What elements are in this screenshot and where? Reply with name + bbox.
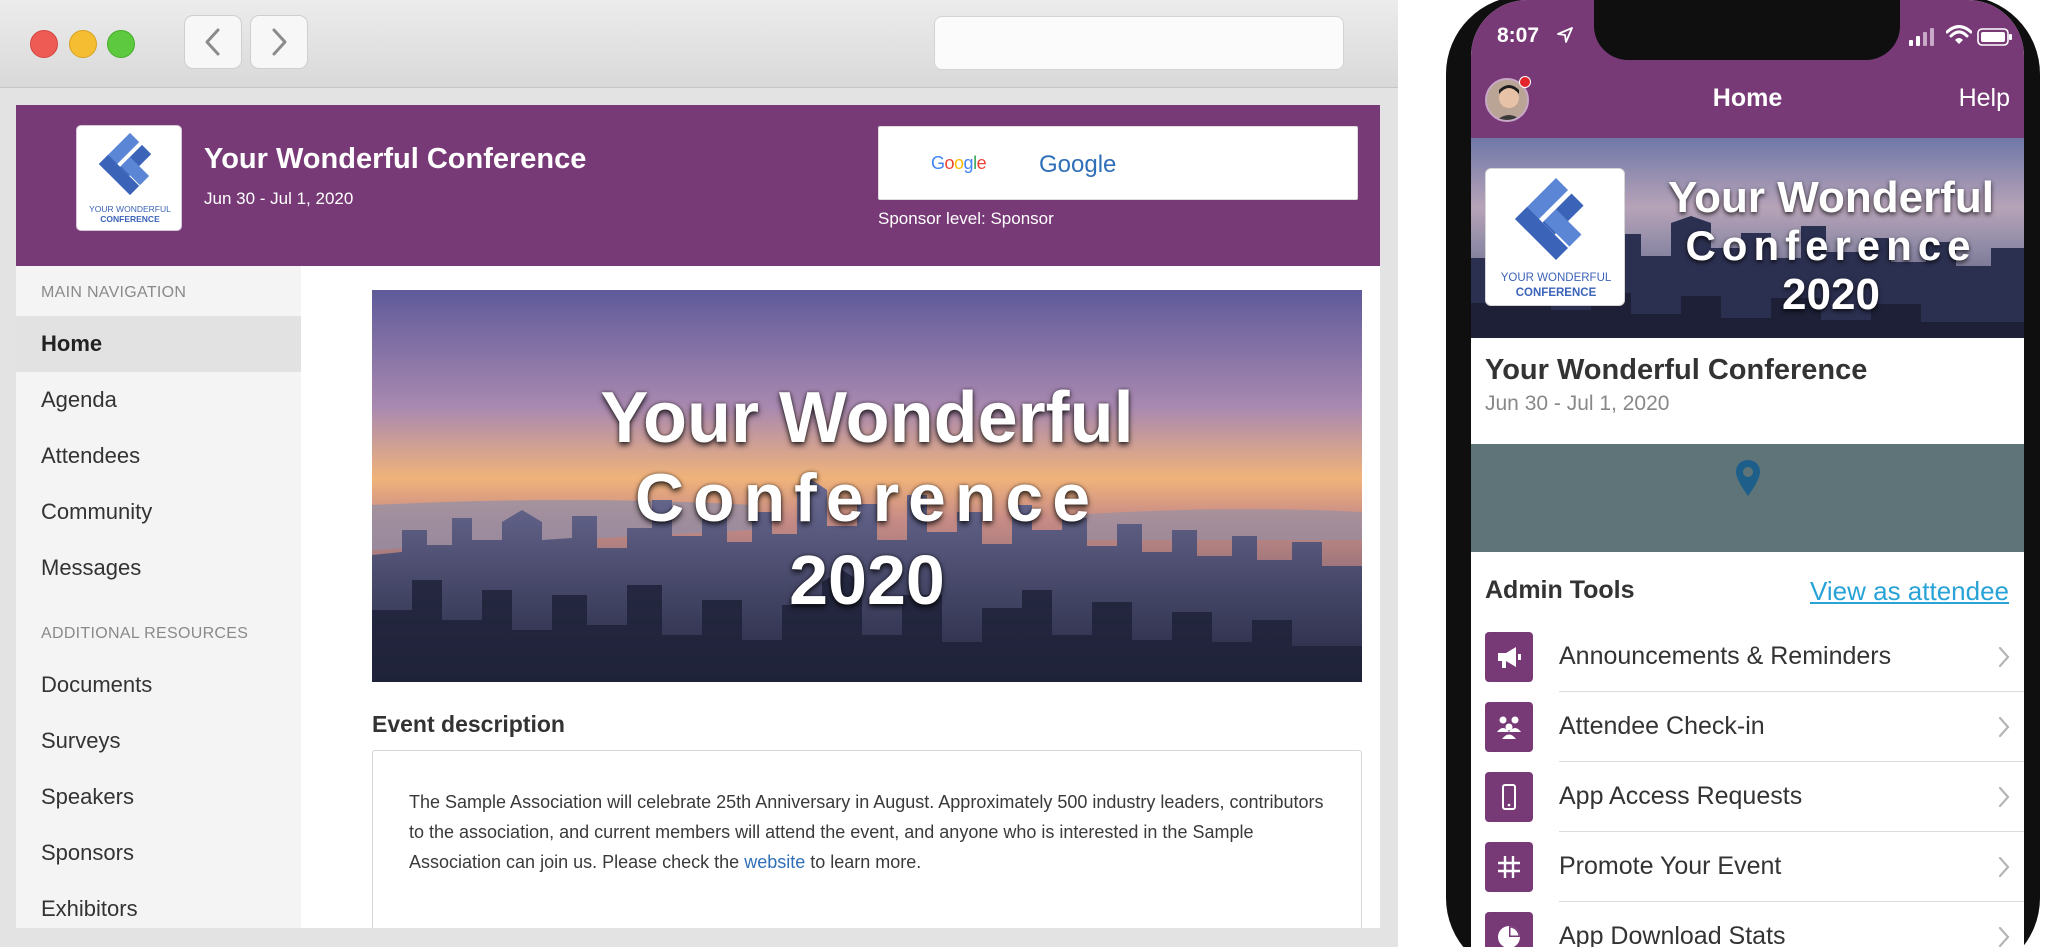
sidebar-item-attendees[interactable]: Attendees bbox=[16, 428, 301, 484]
tool-row-promote[interactable]: Promote Your Event bbox=[1471, 832, 2024, 902]
phone-glyph bbox=[1502, 784, 1516, 810]
close-window-button[interactable] bbox=[30, 30, 58, 58]
chevron-right-icon bbox=[1998, 926, 2010, 947]
address-bar[interactable] bbox=[934, 16, 1344, 70]
sidebar-item-exhibitors[interactable]: Exhibitors bbox=[16, 881, 301, 928]
chevron-left-icon bbox=[205, 28, 220, 56]
mobile-banner-heading: Your Wonderful Conference 2020 bbox=[1636, 174, 2024, 320]
tool-label: Announcements & Reminders bbox=[1559, 642, 1892, 670]
event-banner: Your Wonderful Conference 2020 bbox=[372, 290, 1362, 682]
sidebar-item-speakers[interactable]: Speakers bbox=[16, 769, 301, 825]
event-description-text: The Sample Association will celebrate 25… bbox=[409, 787, 1329, 877]
browser-window: YOUR WONDERFUL CONFERENCE Your Wonderful… bbox=[0, 0, 1398, 947]
banner-line3: 2020 bbox=[789, 541, 945, 619]
status-time: 8:07 bbox=[1497, 24, 1540, 47]
tool-row-announcements[interactable]: Announcements & Reminders bbox=[1471, 622, 2024, 692]
people-icon bbox=[1485, 702, 1533, 752]
description-text-end: to learn more. bbox=[805, 852, 922, 872]
mobile-banner-line2: Conference bbox=[1685, 222, 1977, 269]
conference-logo: YOUR WONDERFUL CONFERENCE bbox=[76, 125, 182, 231]
help-button[interactable]: Help bbox=[1959, 84, 2010, 113]
megaphone-glyph bbox=[1498, 647, 1521, 668]
conference-dates: Jun 30 - Jul 1, 2020 bbox=[204, 189, 354, 208]
sidebar-item-sponsors[interactable]: Sponsors bbox=[16, 825, 301, 881]
heart-logo-icon: YOUR WONDERFUL CONFERENCE bbox=[89, 132, 171, 224]
people-glyph bbox=[1497, 716, 1521, 739]
tool-row-download-stats[interactable]: App Download Stats bbox=[1471, 902, 2024, 947]
sponsor-level: Sponsor level: Sponsor bbox=[878, 209, 1054, 228]
mobile-logo-line2: CONFERENCE bbox=[1516, 287, 1597, 299]
main-navigation-heading: MAIN NAVIGATION bbox=[41, 284, 187, 301]
mobile-heart-logo-icon: YOUR WONDERFUL CONFERENCE bbox=[1501, 177, 1612, 299]
hashtag-icon bbox=[1485, 842, 1533, 892]
chevron-right-icon bbox=[1998, 716, 2010, 738]
location-arrow-icon bbox=[1557, 27, 1573, 43]
event-description-box: The Sample Association will celebrate 25… bbox=[372, 750, 1362, 928]
app-title: Home bbox=[1712, 84, 1783, 112]
mobile-conference-logo: YOUR WONDERFUL CONFERENCE bbox=[1485, 168, 1625, 306]
wifi-icon bbox=[1946, 25, 1972, 44]
location-map[interactable] bbox=[1471, 444, 2024, 552]
view-as-attendee-link[interactable]: View as attendee bbox=[1810, 576, 2009, 607]
mobile-event-dates: Jun 30 - Jul 1, 2020 bbox=[1485, 392, 1670, 415]
pie-chart-glyph bbox=[1498, 926, 1520, 947]
tool-label: Promote Your Event bbox=[1559, 852, 1782, 880]
browser-toolbar bbox=[0, 0, 1398, 88]
sidebar-item-home[interactable]: Home bbox=[16, 316, 301, 372]
logo-line2: CONFERENCE bbox=[100, 214, 160, 224]
sidebar-item-messages[interactable]: Messages bbox=[16, 540, 301, 596]
google-logo-icon: Google bbox=[931, 153, 987, 173]
sidebar-item-documents[interactable]: Documents bbox=[16, 657, 301, 713]
megaphone-icon bbox=[1485, 632, 1533, 682]
sidebar-item-community[interactable]: Community bbox=[16, 484, 301, 540]
phone-icon bbox=[1485, 772, 1533, 822]
signal-icon bbox=[1909, 28, 1934, 46]
sidebar-item-surveys[interactable]: Surveys bbox=[16, 713, 301, 769]
mobile-logo-line1: YOUR WONDERFUL bbox=[1501, 272, 1612, 284]
web-page: YOUR WONDERFUL CONFERENCE Your Wonderful… bbox=[16, 105, 1380, 928]
mobile-event-banner: YOUR WONDERFUL CONFERENCE Your Wonderful… bbox=[1471, 138, 2024, 338]
phone-notch bbox=[1594, 0, 1900, 60]
status-bar: 8:07 bbox=[1471, 0, 2024, 60]
tool-label: App Access Requests bbox=[1559, 782, 1803, 810]
mobile-banner-line1: Your Wonderful bbox=[1668, 173, 1994, 222]
sponsor-card[interactable]: Google Google bbox=[878, 126, 1358, 200]
chevron-right-icon bbox=[1998, 646, 2010, 668]
additional-resources-heading: ADDITIONAL RESOURCES bbox=[41, 625, 249, 642]
minimize-window-button[interactable] bbox=[69, 30, 97, 58]
main-content: Your Wonderful Conference 2020 Event des… bbox=[301, 266, 1380, 928]
sidebar: MAIN NAVIGATION Home Agenda Attendees Co… bbox=[16, 266, 301, 928]
sponsor-name: Google bbox=[1039, 151, 1117, 178]
banner-heading: Your Wonderful Conference 2020 bbox=[372, 378, 1362, 622]
banner-line2: Conference bbox=[634, 460, 1100, 536]
mobile-event-title: Your Wonderful Conference bbox=[1485, 354, 1868, 386]
event-header: YOUR WONDERFUL CONFERENCE Your Wonderful… bbox=[16, 105, 1380, 266]
tool-row-checkin[interactable]: Attendee Check-in bbox=[1471, 692, 2024, 762]
app-header: Home Help bbox=[1471, 60, 2024, 138]
banner-line1: Your Wonderful bbox=[600, 378, 1134, 458]
composite-screenshot: YOUR WONDERFUL CONFERENCE Your Wonderful… bbox=[0, 0, 2048, 947]
chevron-right-icon bbox=[272, 28, 287, 56]
tool-row-access-requests[interactable]: App Access Requests bbox=[1471, 762, 2024, 832]
map-pin-icon bbox=[1736, 460, 1760, 496]
chevron-right-icon bbox=[1998, 856, 2010, 878]
back-button[interactable] bbox=[184, 15, 242, 69]
conference-title: Your Wonderful Conference bbox=[204, 143, 587, 175]
pie-chart-icon bbox=[1485, 912, 1533, 947]
phone-screen: 8:07 Home Help YOUR WONDERFUL CONFERENCE… bbox=[1471, 0, 2024, 947]
forward-button[interactable] bbox=[250, 15, 308, 69]
website-link[interactable]: website bbox=[744, 852, 805, 872]
tool-label: Attendee Check-in bbox=[1559, 712, 1765, 740]
admin-tools-heading: Admin Tools bbox=[1485, 576, 1635, 604]
hashtag-glyph bbox=[1498, 856, 1520, 878]
logo-line1: YOUR WONDERFUL bbox=[89, 204, 171, 214]
maximize-window-button[interactable] bbox=[107, 30, 135, 58]
chevron-right-icon bbox=[1998, 786, 2010, 808]
sidebar-item-agenda[interactable]: Agenda bbox=[16, 372, 301, 428]
mobile-banner-line3: 2020 bbox=[1782, 270, 1880, 319]
battery-icon bbox=[1977, 28, 2012, 46]
event-description-heading: Event description bbox=[372, 711, 565, 737]
tool-label: App Download Stats bbox=[1559, 922, 1786, 947]
